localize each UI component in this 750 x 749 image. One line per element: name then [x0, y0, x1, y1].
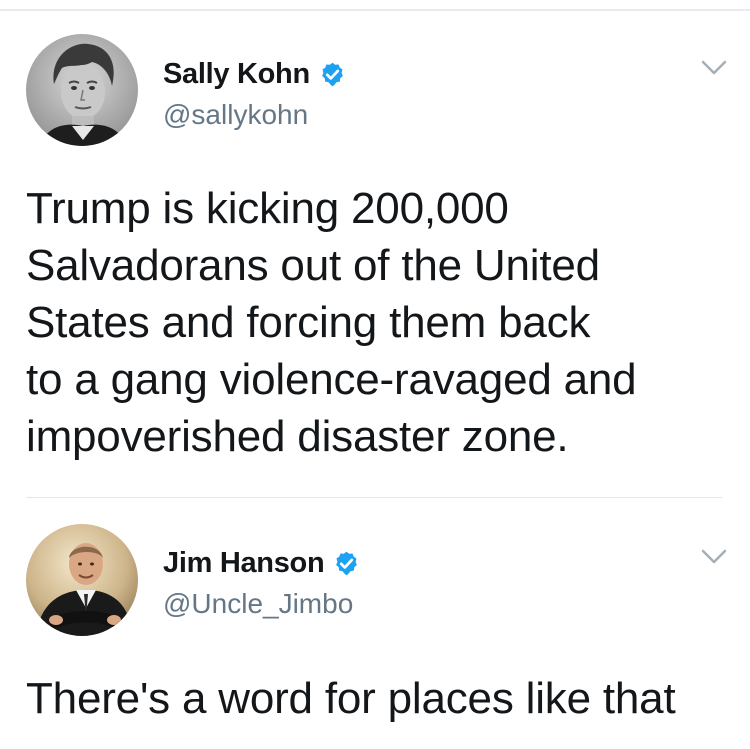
verified-badge-icon	[333, 550, 360, 577]
tweet-card[interactable]: Jim Hanson @Uncle_Jimbo There's a word f…	[0, 498, 750, 749]
tweet-text: Trump is kicking 200,000 Salvadorans out…	[26, 184, 637, 461]
tweet-card[interactable]: Sally Kohn @sallykohn Trump is kicking 2…	[0, 0, 750, 497]
avatar-photo-icon	[26, 524, 138, 636]
chevron-down-icon[interactable]	[701, 60, 727, 76]
chevron-down-icon[interactable]	[701, 549, 727, 565]
tweet-text: There's a word for places like that	[26, 674, 676, 723]
avatar-photo-icon	[26, 34, 138, 146]
author-name-row[interactable]: Jim Hanson	[163, 545, 360, 581]
author-avatar[interactable]	[26, 524, 138, 636]
author-handle[interactable]: @sallykohn	[163, 99, 308, 131]
author-name-row[interactable]: Sally Kohn	[163, 56, 346, 92]
author-name[interactable]: Jim Hanson	[163, 547, 325, 580]
author-handle[interactable]: @Uncle_Jimbo	[163, 588, 353, 620]
author-name[interactable]: Sally Kohn	[163, 58, 310, 91]
author-avatar[interactable]	[26, 34, 138, 146]
verified-badge-icon	[319, 61, 346, 88]
